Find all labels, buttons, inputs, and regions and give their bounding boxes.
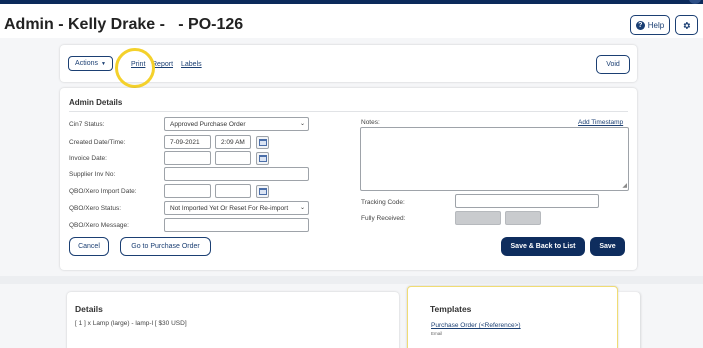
templates-card: Templates Purchase Order (<Reference>) E…	[407, 286, 618, 348]
invoice-time-input[interactable]	[215, 151, 251, 165]
invoice-date-label: Invoice Date:	[69, 155, 107, 162]
tracking-code-input[interactable]	[455, 194, 599, 208]
report-link[interactable]: Report	[152, 61, 173, 68]
chevron-down-icon: ⌄	[299, 205, 305, 211]
status-select[interactable]: Approved Purchase Order ⌄	[164, 117, 309, 131]
calendar-icon[interactable]	[256, 185, 269, 198]
labels-link[interactable]: Labels	[181, 61, 202, 68]
qbo-message-input[interactable]	[164, 218, 309, 232]
qbo-status-value: Not Imported Yet Or Reset For Re-import	[170, 204, 289, 212]
details-line-item: [ 1 ] x Lamp (large) - lamp-l [ $30 USD]	[75, 320, 187, 327]
cancel-button[interactable]: Cancel	[69, 237, 109, 256]
actions-dropdown-button[interactable]: Actions ▼	[68, 56, 113, 71]
details-title: Details	[75, 304, 103, 314]
calendar-icon[interactable]	[256, 152, 269, 165]
qbo-import-time-input[interactable]	[215, 184, 251, 198]
help-icon: ?	[635, 20, 645, 30]
qbo-status-label: QBO/Xero Status:	[69, 205, 122, 212]
void-button[interactable]: Void	[596, 55, 630, 74]
purchase-order-template-link[interactable]: Purchase Order (<Reference>)	[431, 322, 521, 329]
resize-grip-icon[interactable]: ◢	[622, 183, 627, 189]
created-datetime-label: Created Date/Time:	[69, 139, 126, 146]
qbo-message-label: QBO/Xero Message:	[69, 222, 129, 229]
calendar-icon[interactable]	[256, 136, 269, 149]
tracking-code-label: Tracking Code:	[361, 199, 405, 206]
templates-title: Templates	[430, 304, 472, 314]
admin-details-title: Admin Details	[69, 98, 123, 107]
details-card: Details [ 1 ] x Lamp (large) - lamp-l [ …	[67, 292, 399, 348]
gear-icon	[683, 21, 691, 29]
add-timestamp-link[interactable]: Add Timestamp	[578, 119, 623, 126]
actions-label: Actions	[75, 60, 98, 67]
qbo-import-date-label: QBO/Xero Import Date:	[69, 188, 137, 195]
template-type-label: Email	[431, 331, 443, 336]
chevron-down-icon: ⌄	[299, 121, 305, 127]
fully-received-time-input	[505, 211, 541, 225]
help-button[interactable]: ? Help	[630, 15, 670, 35]
notes-label: Notes:	[361, 119, 380, 126]
fully-received-label: Fully Received:	[361, 215, 406, 222]
supplier-inv-input[interactable]	[164, 167, 309, 181]
templates-card-edge	[618, 292, 640, 348]
actions-card: Actions ▼ Print Report Labels Void	[60, 45, 637, 88]
page-title: Admin - Kelly Drake - - PO-126	[4, 16, 244, 33]
created-time-input[interactable]: 2:09 AM	[215, 135, 251, 149]
notes-textarea[interactable]: ◢	[360, 127, 629, 191]
help-button-label: Help	[647, 20, 665, 30]
save-and-back-button[interactable]: Save & Back to List	[501, 237, 585, 256]
status-label: Cin7 Status:	[69, 121, 105, 128]
go-to-purchase-order-button[interactable]: Go to Purchase Order	[120, 237, 211, 256]
created-date-input[interactable]: 7-09-2021	[164, 135, 211, 149]
click-highlight-ring	[115, 48, 155, 88]
status-value: Approved Purchase Order	[170, 120, 246, 128]
invoice-date-input[interactable]	[164, 151, 211, 165]
section-divider	[69, 111, 628, 112]
qbo-status-select[interactable]: Not Imported Yet Or Reset For Re-import …	[164, 201, 309, 215]
fully-received-date-input	[455, 211, 501, 225]
admin-details-card: Admin Details Cin7 Status: Approved Purc…	[60, 88, 637, 270]
settings-button[interactable]	[675, 15, 698, 35]
qbo-import-date-input[interactable]	[164, 184, 211, 198]
save-button[interactable]: Save	[590, 237, 625, 256]
supplier-inv-label: Supplier Inv No:	[69, 171, 116, 178]
caret-down-icon: ▼	[101, 60, 106, 67]
page-header: Admin - Kelly Drake - - PO-126 ? Help	[0, 4, 703, 38]
